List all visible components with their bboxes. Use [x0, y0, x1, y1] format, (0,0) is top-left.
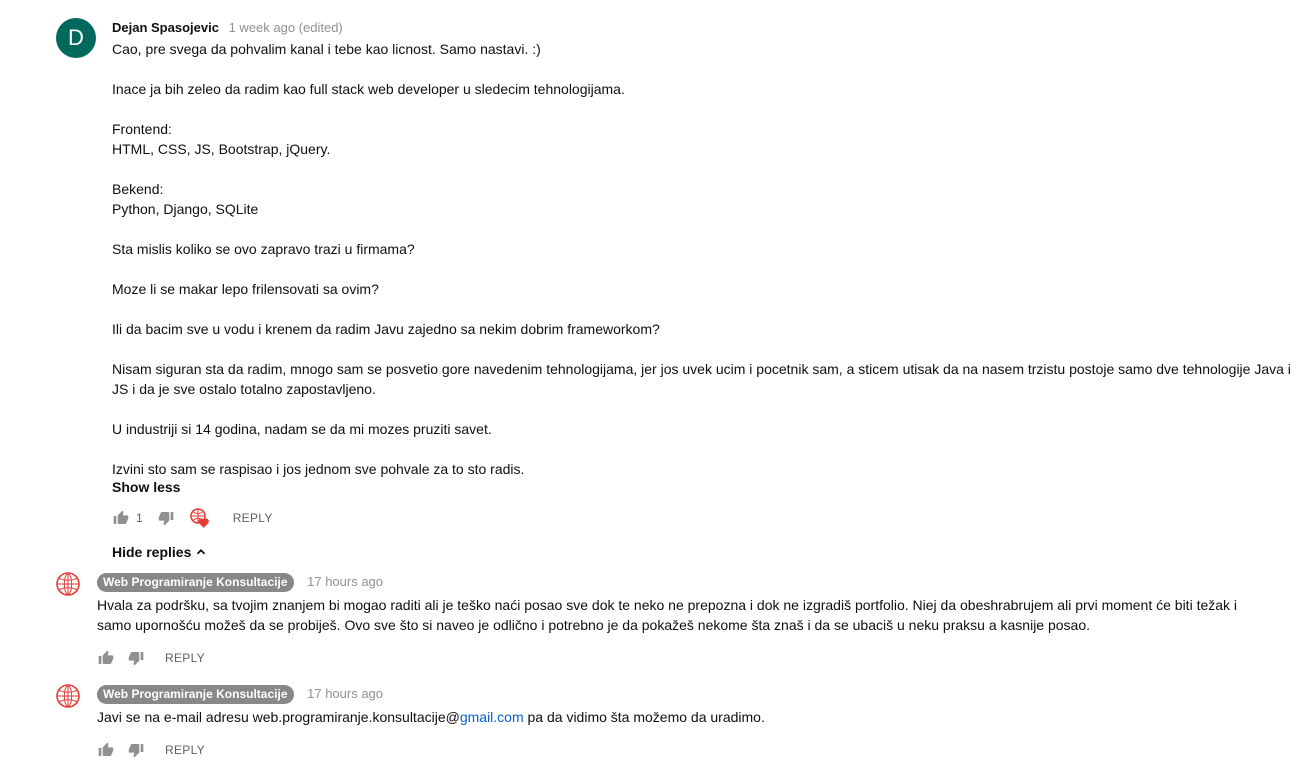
reply-header: Web Programiranje Konsultacije 17 hours …	[97, 572, 1247, 592]
reply-author-badge[interactable]: Web Programiranje Konsultacije	[97, 685, 294, 704]
comment-text-line	[112, 439, 1302, 459]
hide-replies-button[interactable]: Hide replies	[112, 542, 1302, 562]
reply-text-line: Hvala za podršku, sa tvojim znanjem bi m…	[97, 597, 1238, 613]
comment-text-line: JS i da je sve ostalo totalno zapostavlj…	[112, 381, 376, 397]
reply-text-line: samo upornošću možeš da se probiješ. Ovo…	[97, 617, 1091, 633]
reply-toolbar: REPLY	[97, 738, 1247, 762]
comment-text-line	[112, 399, 1302, 419]
comment-text-line	[112, 339, 1302, 359]
comment-text: Cao, pre svega da pohvalim kanal i tebe …	[112, 39, 1302, 479]
channel-globe-icon[interactable]	[56, 684, 80, 708]
like-button[interactable]	[97, 649, 115, 667]
like-button[interactable]	[112, 509, 130, 527]
reply-time[interactable]: 17 hours ago	[307, 574, 383, 589]
comment-text-line	[112, 59, 1302, 79]
comment-text-line: Bekend:	[112, 181, 164, 197]
reply-body: Web Programiranje Konsultacije 17 hours …	[97, 572, 1247, 670]
reply-text: Javi se na e-mail adresu web.programiran…	[97, 707, 1247, 727]
reply-button[interactable]: REPLY	[165, 743, 205, 757]
thumb-down-icon	[128, 652, 144, 666]
reply-button[interactable]: REPLY	[165, 651, 205, 665]
comment-text-line: Python, Django, SQLite	[112, 201, 259, 217]
comment-text-line: Ili da bacim sve u vodu i krenem da radi…	[112, 321, 660, 337]
comment-time[interactable]: 1 week ago (edited)	[229, 20, 343, 35]
dislike-button[interactable]	[127, 741, 145, 759]
comment-text-line: Frontend:	[112, 121, 172, 137]
reply-header: Web Programiranje Konsultacije 17 hours …	[97, 684, 1247, 704]
comment-text-line	[112, 159, 1302, 179]
chevron-up-icon	[197, 549, 206, 555]
reply-toolbar: REPLY	[97, 646, 1247, 670]
reply-author-badge[interactable]: Web Programiranje Konsultacije	[97, 573, 294, 592]
comment-text-line: U industriji si 14 godina, nadam se da m…	[112, 421, 492, 437]
comment-text-line: Izvini sto sam se raspisao i jos jednom …	[112, 461, 525, 477]
comment-text-line: Cao, pre svega da pohvalim kanal i tebe …	[112, 41, 541, 57]
show-less-button[interactable]: Show less	[112, 477, 1302, 497]
comment-text-line: Sta mislis koliko se ovo zapravo trazi u…	[112, 241, 415, 257]
reply-text-before: Javi se na e-mail adresu web.programiran…	[97, 709, 460, 725]
like-button[interactable]	[97, 741, 115, 759]
comment-author[interactable]: Dejan Spasojevic	[112, 20, 219, 35]
comment-body: Dejan Spasojevic 1 week ago (edited) Cao…	[112, 18, 1302, 562]
thumb-down-icon	[158, 512, 174, 526]
comment-text-line: Moze li se makar lepo frilensovati sa ov…	[112, 281, 379, 297]
reply-time[interactable]: 17 hours ago	[307, 686, 383, 701]
comment-text-line: HTML, CSS, JS, Bootstrap, jQuery.	[112, 141, 331, 157]
comment-text-line	[112, 219, 1302, 239]
like-count: 1	[136, 511, 143, 525]
reply-button[interactable]: REPLY	[233, 511, 273, 525]
reply-body: Web Programiranje Konsultacije 17 hours …	[97, 684, 1247, 762]
thumb-up-icon	[98, 742, 114, 756]
comment-text-line: Nisam siguran sta da radim, mnogo sam se…	[112, 361, 1291, 377]
comment-text-line	[112, 99, 1302, 119]
reply-text: Hvala za podršku, sa tvojim znanjem bi m…	[97, 595, 1247, 635]
email-link[interactable]: gmail.com	[460, 709, 524, 725]
comment-text-line	[112, 299, 1302, 319]
creator-heart-icon	[189, 508, 209, 528]
channel-globe-icon[interactable]	[56, 572, 80, 596]
thumb-up-icon	[98, 650, 114, 664]
comment-header: Dejan Spasojevic 1 week ago (edited)	[112, 18, 1302, 38]
thumb-down-icon	[128, 744, 144, 758]
dislike-button[interactable]	[127, 649, 145, 667]
creator-heart	[189, 507, 211, 529]
comment-text-line: Inace ja bih zeleo da radim kao full sta…	[112, 81, 625, 97]
thumb-up-icon	[113, 510, 129, 524]
comment-text-line	[112, 259, 1302, 279]
dislike-button[interactable]	[157, 509, 175, 527]
comment-toolbar: 1 REPLY	[112, 506, 1302, 530]
hide-replies-label: Hide replies	[112, 544, 192, 560]
reply-text-after: pa da vidimo šta možemo da uradimo.	[523, 709, 765, 725]
avatar[interactable]: D	[56, 18, 96, 58]
